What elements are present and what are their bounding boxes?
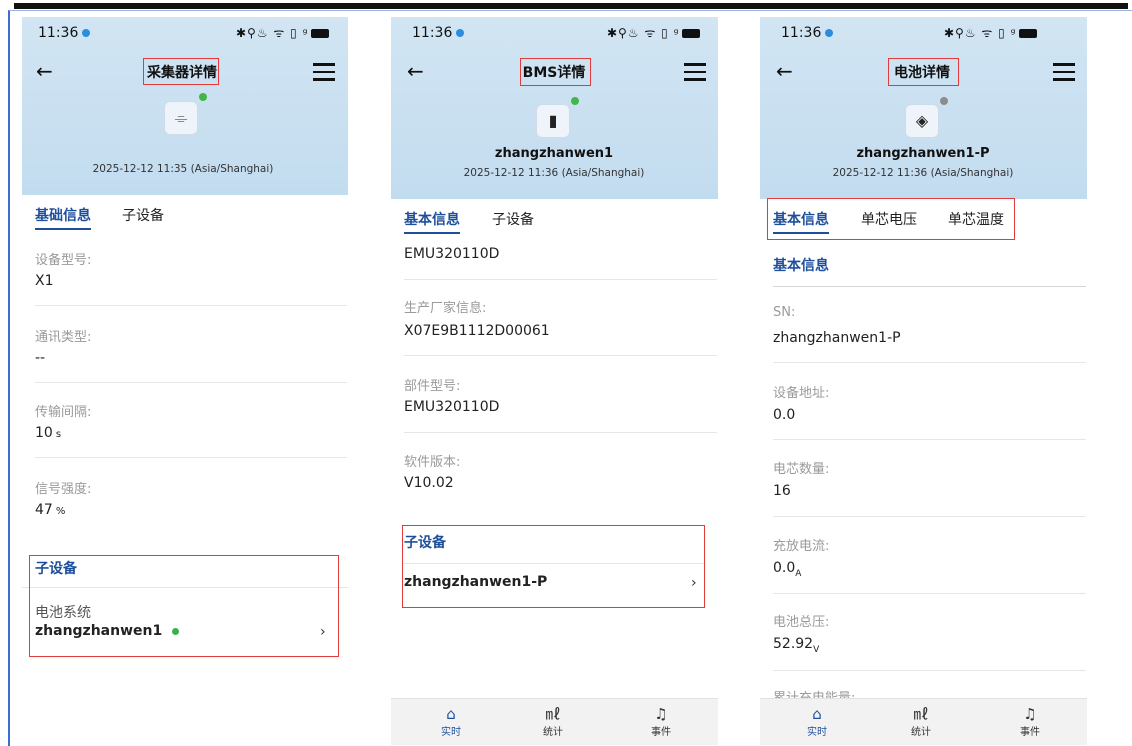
divider bbox=[773, 362, 1086, 363]
tab-sub-devices[interactable]: 子设备 bbox=[492, 209, 534, 229]
nav-events[interactable]: ♫ 事件 bbox=[641, 705, 681, 738]
field-value: EMU320110D bbox=[404, 246, 500, 262]
battery-pack-icon: ◈ bbox=[905, 104, 939, 138]
field-label: 传输间隔: bbox=[35, 405, 92, 420]
device-name: zhangzhanwen1-P bbox=[856, 146, 990, 161]
field-label: 生产厂家信息: bbox=[404, 301, 487, 316]
sub-device-highlight bbox=[29, 555, 339, 657]
field-value: X07E9B1112D00061 bbox=[404, 323, 550, 339]
field-value: 0.0A bbox=[773, 560, 802, 579]
menu-icon[interactable] bbox=[313, 63, 335, 86]
field-label: SN: bbox=[773, 305, 796, 320]
field-value: 0.0 bbox=[773, 407, 796, 423]
title-highlight bbox=[143, 58, 219, 85]
nav-realtime[interactable]: ⌂ 实时 bbox=[431, 705, 471, 738]
online-status-dot bbox=[199, 93, 207, 101]
field-label: 电芯数量: bbox=[773, 462, 830, 477]
field-value: 52.92V bbox=[773, 636, 820, 655]
update-time: 2025-12-12 11:36 (Asia/Shanghai) bbox=[832, 167, 1014, 179]
field-label: 充放电流: bbox=[773, 539, 830, 554]
tab-basic-info[interactable]: 基础信息 bbox=[35, 205, 91, 230]
field-label: 电池总压: bbox=[773, 615, 830, 630]
back-arrow-icon[interactable]: ← bbox=[776, 59, 793, 83]
divider bbox=[773, 593, 1086, 594]
menu-icon[interactable] bbox=[684, 63, 706, 86]
screen-battery-detail: 11:36 ✱⚲♨ ᯤ ▯ ᵍ ← 电池详情 ◈ zhangzhanwen1-P… bbox=[760, 17, 1087, 745]
divider bbox=[35, 305, 347, 306]
field-value: 16 bbox=[773, 483, 791, 499]
field-value: X1 bbox=[35, 273, 54, 289]
field-label: 部件型号: bbox=[404, 379, 461, 394]
bell-icon: ♫ bbox=[1023, 705, 1037, 723]
nav-statistics[interactable]: ㎖统计 bbox=[901, 705, 941, 738]
field-label: 信号强度: bbox=[35, 482, 92, 497]
field-value: -- bbox=[35, 350, 46, 366]
field-value: 10 s bbox=[35, 425, 62, 441]
nav-realtime[interactable]: ⌂ 实时 bbox=[797, 705, 837, 738]
divider bbox=[35, 457, 347, 458]
field-label: 软件版本: bbox=[404, 455, 461, 470]
divider bbox=[404, 279, 717, 280]
field-value: EMU320110D bbox=[404, 399, 500, 415]
field-value: V10.02 bbox=[404, 475, 454, 491]
status-icons: ✱⚲♨ ᯤ ▯ ᵍ bbox=[944, 24, 1038, 41]
home-icon: ⌂ bbox=[446, 705, 456, 723]
divider bbox=[404, 355, 717, 356]
title-highlight bbox=[520, 58, 591, 86]
offline-status-dot bbox=[940, 97, 948, 105]
screen-bms-detail: 11:36 ✱⚲♨ ᯤ ▯ ᵍ ← BMS详情 ▮ zhangzhanwen1 … bbox=[391, 17, 718, 745]
sub-device-highlight bbox=[402, 525, 705, 608]
back-arrow-icon[interactable]: ← bbox=[36, 59, 53, 83]
menu-icon[interactable] bbox=[1053, 63, 1075, 86]
status-icons: ✱⚲♨ ᯤ ▯ ᵍ bbox=[607, 24, 701, 41]
field-value: 47% bbox=[35, 502, 66, 518]
bar-chart-icon: ㎖ bbox=[913, 705, 929, 723]
field-label: 设备型号: bbox=[35, 253, 92, 268]
title-highlight bbox=[888, 58, 959, 86]
bar-chart-icon: ㎖ bbox=[545, 705, 561, 723]
field-value: zhangzhanwen1-P bbox=[773, 330, 901, 346]
bottom-nav: ⌂ 实时 ㎖统计 ♫ 事件 bbox=[391, 698, 718, 745]
top-border bbox=[14, 3, 1128, 9]
divider bbox=[773, 516, 1086, 517]
nav-statistics[interactable]: ㎖统计 bbox=[533, 705, 573, 738]
status-time: 11:36 bbox=[781, 25, 834, 41]
screen-collector-detail: 11:36 ✱⚲♨ ᯤ ▯ ᵍ ← 采集器详情 ⌯ 2025-12-12 11:… bbox=[22, 17, 348, 657]
tab-sub-devices[interactable]: 子设备 bbox=[122, 205, 164, 225]
divider bbox=[773, 286, 1086, 287]
divider bbox=[35, 382, 347, 383]
update-time: 2025-12-12 11:36 (Asia/Shanghai) bbox=[463, 167, 645, 179]
online-status-dot bbox=[571, 97, 579, 105]
nav-events[interactable]: ♫ 事件 bbox=[1010, 705, 1050, 738]
section-title: 基本信息 bbox=[773, 258, 829, 274]
update-time: 2025-12-12 11:35 (Asia/Shanghai) bbox=[92, 163, 274, 175]
divider bbox=[773, 439, 1086, 440]
battery-icon: ▮ bbox=[536, 104, 570, 138]
status-icons: ✱⚲♨ ᯤ ▯ ᵍ bbox=[236, 24, 330, 41]
field-label: 通讯类型: bbox=[35, 330, 92, 345]
field-label: 设备地址: bbox=[773, 386, 830, 401]
device-name: zhangzhanwen1 bbox=[494, 146, 614, 161]
status-time: 11:36 bbox=[412, 25, 465, 41]
tab-basic-info[interactable]: 基本信息 bbox=[404, 209, 460, 234]
home-icon: ⌂ bbox=[812, 705, 822, 723]
back-arrow-icon[interactable]: ← bbox=[407, 59, 424, 83]
bottom-nav: ⌂ 实时 ㎖统计 ♫ 事件 bbox=[760, 698, 1087, 745]
status-time: 11:36 bbox=[38, 25, 91, 41]
divider bbox=[404, 432, 717, 433]
bell-icon: ♫ bbox=[654, 705, 668, 723]
collector-icon: ⌯ bbox=[164, 101, 198, 135]
tabs-highlight bbox=[767, 198, 1015, 240]
divider bbox=[773, 670, 1086, 671]
